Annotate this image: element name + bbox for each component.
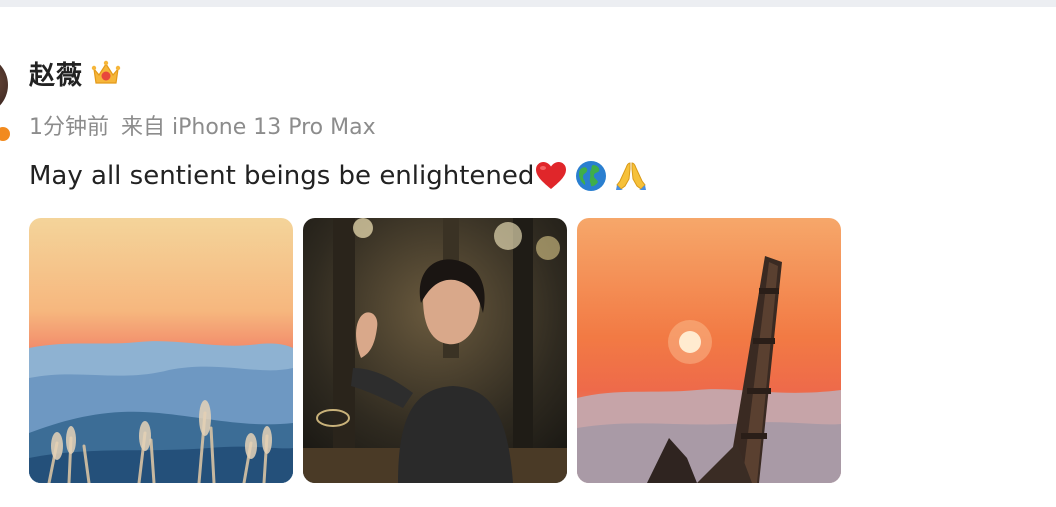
- globe-icon: [574, 159, 608, 193]
- post-image-2[interactable]: [303, 218, 567, 483]
- post-meta: 1分钟前 来自 iPhone 13 Pro Max: [29, 109, 376, 141]
- avatar[interactable]: [0, 55, 8, 115]
- post-text: May all sentient beings be enlightened: [29, 161, 535, 191]
- post-header: 赵薇: [29, 55, 121, 92]
- post-image-1[interactable]: [29, 218, 293, 483]
- post-image-3[interactable]: [577, 218, 841, 483]
- username[interactable]: 赵薇: [29, 55, 83, 92]
- post-timestamp[interactable]: 1分钟前: [29, 109, 109, 141]
- post-content: May all sentient beings be enlightened: [29, 159, 648, 193]
- weibo-post-card: 赵薇 1分钟前 来自 iPhone 13 Pro Max May all sen…: [0, 7, 1056, 507]
- crown-vip-icon[interactable]: [91, 59, 121, 87]
- verified-badge-icon: [0, 125, 12, 143]
- red-heart-icon: [534, 159, 568, 193]
- top-divider: [0, 0, 1056, 7]
- post-source: 来自 iPhone 13 Pro Max: [121, 115, 376, 140]
- folded-hands-icon: [614, 159, 648, 193]
- image-grid: [29, 218, 841, 483]
